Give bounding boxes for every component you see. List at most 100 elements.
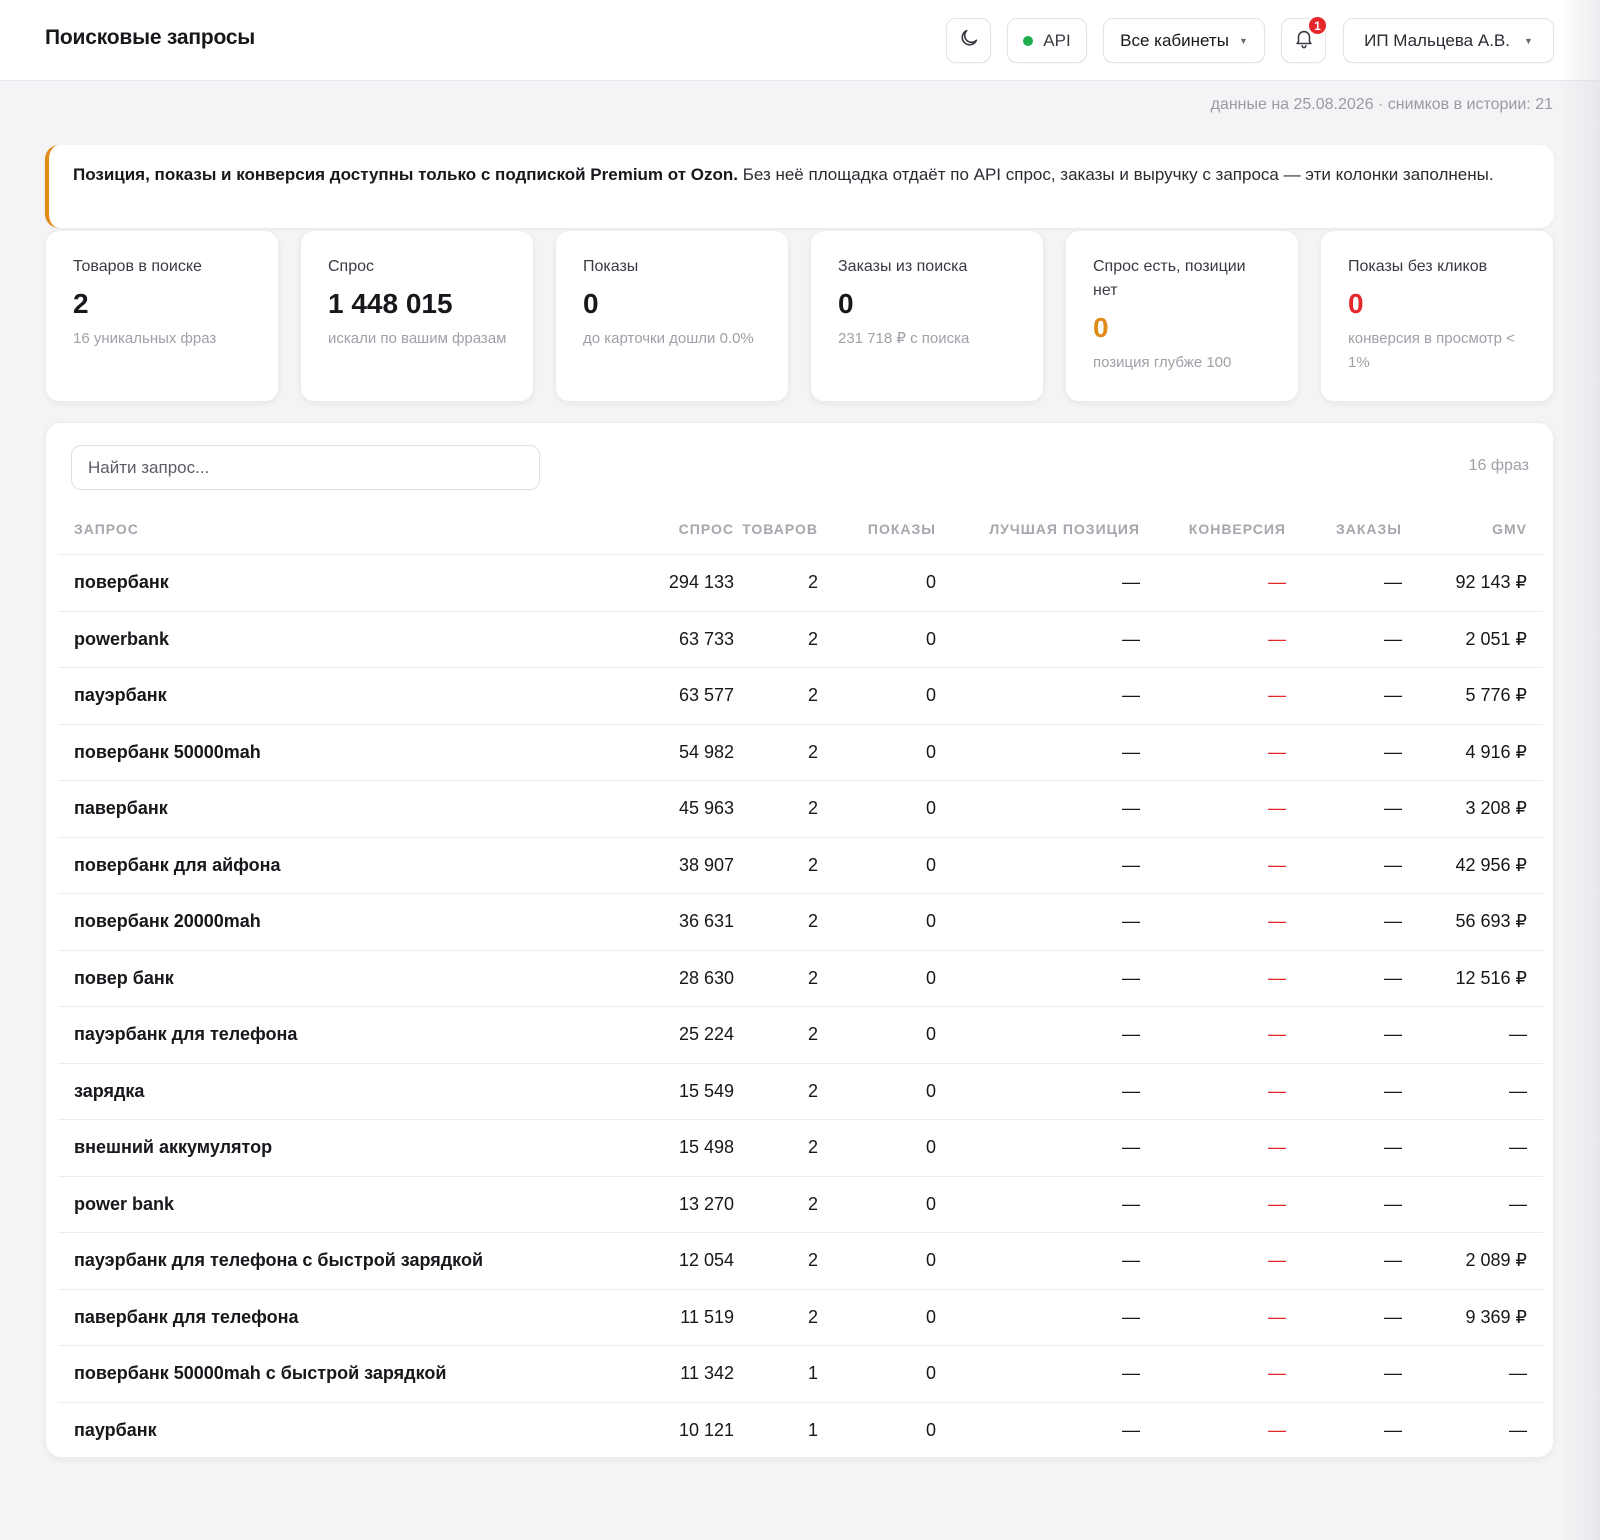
table-row[interactable]: powerbank 63 733 2 0 — — — 2 051 ₽ <box>58 612 1543 668</box>
table-row[interactable]: повербанк 294 133 2 0 — — — 92 143 ₽ <box>58 555 1543 612</box>
user-dropdown[interactable]: ИП Мальцева А.В. ▼ <box>1343 18 1554 63</box>
column-header-query[interactable]: Запрос <box>74 521 139 537</box>
table-row[interactable]: павербанк для телефона 11 519 2 0 — — — 9 369 ₽ <box>58 1290 1543 1346</box>
demand-cell: 28 630 <box>678 967 734 988</box>
query-cell: повербанк <box>74 572 169 592</box>
notice-text: Без неё площадка отдаёт по API спрос, за… <box>737 165 1494 184</box>
card-subtext: 16 уникальных фраз <box>73 330 217 347</box>
conversion-cell: — <box>1268 911 1286 931</box>
table-row[interactable]: пауэрбанк для телефона 25 224 2 0 — — — — <box>58 1007 1543 1064</box>
api-status-button[interactable]: API <box>1007 18 1087 63</box>
query-cell: внешний аккумулятор <box>74 1137 273 1157</box>
shows-cell: 0 <box>925 1306 936 1327</box>
chevron-down-icon: ▼ <box>1523 35 1533 46</box>
shows-cell: 0 <box>925 1080 936 1101</box>
shows-cell: 0 <box>925 1193 936 1214</box>
shows-cell: 0 <box>925 1250 936 1270</box>
demand-cell: 63 733 <box>678 628 734 649</box>
table-row[interactable]: повер банк 28 630 2 0 — — — 12 516 ₽ <box>58 951 1543 1007</box>
best-position-cell: — <box>1122 685 1140 705</box>
column-header-goods[interactable]: Товаров <box>742 521 818 537</box>
shows-cell: 0 <box>925 1419 936 1440</box>
gmv-cell: 56 693 ₽ <box>1455 911 1527 931</box>
user-label: ИП Мальцева А.В. <box>1364 30 1510 50</box>
orders-cell: — <box>1384 1080 1402 1101</box>
orders-cell: — <box>1384 911 1402 931</box>
card-subtext: конверсия в просмотр < 1% <box>1348 330 1515 371</box>
best-position-cell: — <box>1122 967 1140 988</box>
orders-cell: — <box>1384 1193 1402 1214</box>
query-cell: павербанк <box>74 798 168 818</box>
goods-cell: 2 <box>807 1080 818 1101</box>
goods-cell: 1 <box>807 1363 818 1383</box>
best-position-cell: — <box>1122 741 1140 762</box>
goods-cell: 2 <box>807 1193 818 1214</box>
query-cell: пауэрбанк для телефона с быстрой зарядко… <box>74 1250 484 1270</box>
data-snapshot-note: данные на 25.08.2026 · снимков в истории… <box>1210 96 1553 113</box>
column-header-demand[interactable]: Спрос <box>679 521 734 537</box>
card-label: Спрос <box>328 258 375 275</box>
conversion-cell: — <box>1268 628 1286 649</box>
best-position-cell: — <box>1122 854 1140 875</box>
orders-cell: — <box>1384 628 1402 649</box>
shows-cell: 0 <box>925 628 936 649</box>
query-cell: powerbank <box>74 628 170 649</box>
shows-cell: 0 <box>925 854 936 875</box>
conversion-cell: — <box>1268 1419 1286 1440</box>
orders-cell: — <box>1384 967 1402 988</box>
column-header-conversion[interactable]: Конверсия <box>1189 521 1286 537</box>
table-row[interactable]: повербанк 50000mah 54 982 2 0 — — — 4 916 ₽ <box>58 725 1543 781</box>
table-row[interactable]: внешний аккумулятор 15 498 2 0 — — — — <box>58 1120 1543 1177</box>
conversion-cell: — <box>1268 1306 1286 1327</box>
cabinets-dropdown[interactable]: Все кабинеты ▼ <box>1103 18 1265 63</box>
column-header-shows[interactable]: Показы <box>868 521 936 537</box>
api-label: API <box>1043 30 1071 50</box>
stat-card-goods-in-search: Товаров в поиске 2 16 уникальных фраз <box>45 230 279 402</box>
table-row[interactable]: повербанк 50000mah с быстрой зарядкой 11 … <box>58 1346 1543 1403</box>
orders-cell: — <box>1384 685 1402 705</box>
best-position-cell: — <box>1122 628 1140 649</box>
table-row[interactable]: повербанк для айфона 38 907 2 0 — — — 42 956 ₽ <box>58 838 1543 894</box>
query-cell: зарядка <box>74 1080 145 1101</box>
card-value: 2 <box>73 288 89 319</box>
conversion-cell: — <box>1268 685 1286 705</box>
column-header-best-position[interactable]: Лучшая позиция <box>989 521 1140 537</box>
query-cell: повербанк 20000mah <box>74 911 261 931</box>
shows-cell: 0 <box>925 1363 936 1383</box>
best-position-cell: — <box>1122 798 1140 818</box>
table-row[interactable]: павербанк 45 963 2 0 — — — 3 208 ₽ <box>58 781 1543 838</box>
theme-toggle-button[interactable] <box>946 18 991 63</box>
column-header-orders[interactable]: Заказы <box>1336 521 1402 537</box>
demand-cell: 54 982 <box>678 741 734 762</box>
demand-cell: 15 498 <box>678 1137 734 1157</box>
goods-cell: 2 <box>807 1137 818 1157</box>
column-header-gmv[interactable]: GMV <box>1492 521 1527 537</box>
table-row[interactable]: пауэрбанк 63 577 2 0 — — — 5 776 ₽ <box>58 668 1543 725</box>
conversion-cell: — <box>1268 1024 1286 1044</box>
shows-cell: 0 <box>925 685 936 705</box>
orders-cell: — <box>1384 741 1402 762</box>
stat-card-demand-no-position: Спрос есть, позиции нет 0 позиция глубже… <box>1065 230 1299 402</box>
goods-cell: 2 <box>807 798 818 818</box>
query-cell: повербанк для айфона <box>74 854 281 875</box>
premium-notice: Позиция, показы и конверсия доступны тол… <box>45 145 1554 228</box>
conversion-cell: — <box>1268 1363 1286 1383</box>
demand-cell: 15 549 <box>678 1080 734 1101</box>
card-value: 1 448 015 <box>328 288 453 319</box>
stat-card-search-orders: Заказы из поиска 0 231 718 ₽ с поиска <box>810 230 1044 402</box>
goods-cell: 2 <box>807 741 818 762</box>
search-input[interactable] <box>71 445 540 490</box>
conversion-cell: — <box>1268 1193 1286 1214</box>
query-cell: паурбанк <box>74 1419 157 1440</box>
table-row[interactable]: power bank 13 270 2 0 — — — — <box>58 1177 1543 1233</box>
card-subtext: позиция глубже 100 <box>1093 354 1232 371</box>
phrase-count: 16 фраз <box>1468 457 1529 474</box>
table-row[interactable]: повербанк 20000mah 36 631 2 0 — — — 56 693 ₽ <box>58 894 1543 951</box>
gmv-cell: 5 776 ₽ <box>1465 685 1528 705</box>
table-row[interactable]: зарядка 15 549 2 0 — — — — <box>58 1064 1543 1120</box>
table-row[interactable]: паурбанк 10 121 1 0 — — — — <box>58 1403 1543 1460</box>
gmv-cell: — <box>1509 1193 1527 1214</box>
gmv-cell: 92 143 ₽ <box>1455 572 1527 592</box>
table-row[interactable]: пауэрбанк для телефона с быстрой зарядко… <box>58 1233 1543 1290</box>
shows-cell: 0 <box>925 798 936 818</box>
